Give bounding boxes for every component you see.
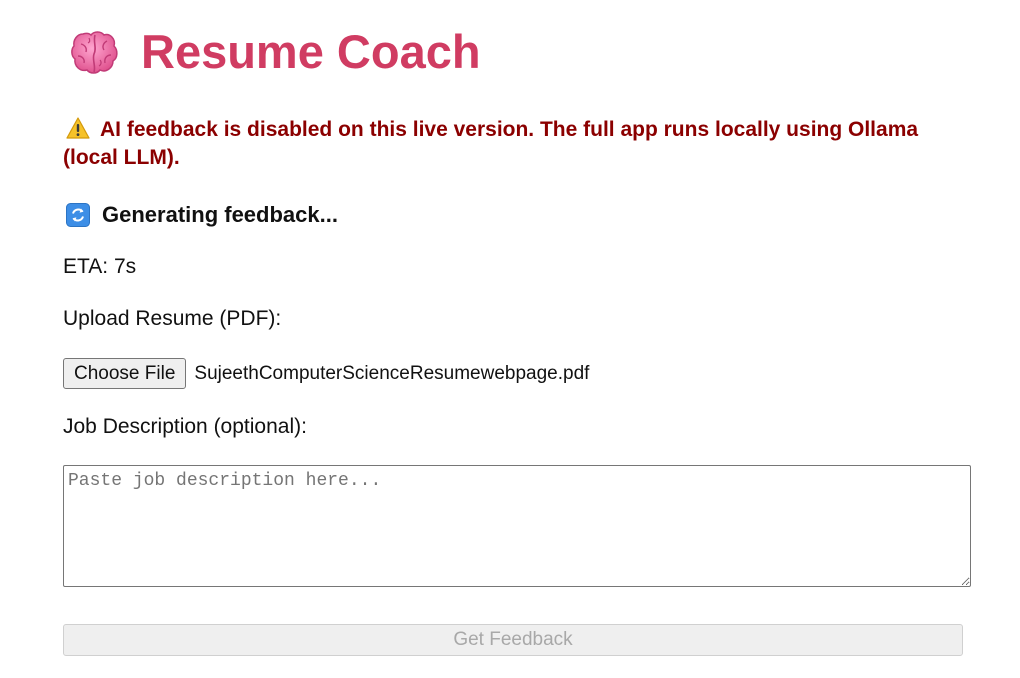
- selected-file-name: SujeethComputerScienceResumewebpage.pdf: [194, 362, 590, 384]
- brain-icon: [71, 31, 118, 74]
- refresh-icon: [66, 203, 90, 227]
- disabled-warning: AI feedback is disabled on this live ver…: [63, 116, 971, 172]
- generating-status: Generating feedback...: [66, 200, 338, 230]
- eta-text: ETA: 7s: [63, 255, 137, 278]
- page-header: Resume Coach: [69, 24, 481, 80]
- warning-text: AI feedback is disabled on this live ver…: [63, 118, 919, 169]
- status-text: Generating feedback...: [102, 202, 338, 227]
- upload-resume-label: Upload Resume (PDF):: [63, 307, 282, 330]
- get-feedback-button[interactable]: Get Feedback: [63, 624, 963, 656]
- page-title: Resume Coach: [141, 25, 481, 78]
- warning-icon: [66, 117, 90, 139]
- choose-file-button[interactable]: Choose File: [63, 358, 187, 389]
- job-description-input[interactable]: [63, 465, 971, 587]
- file-input[interactable]: Choose File SujeethComputerScienceResume…: [63, 358, 589, 389]
- job-description-label: Job Description (optional):: [63, 415, 307, 438]
